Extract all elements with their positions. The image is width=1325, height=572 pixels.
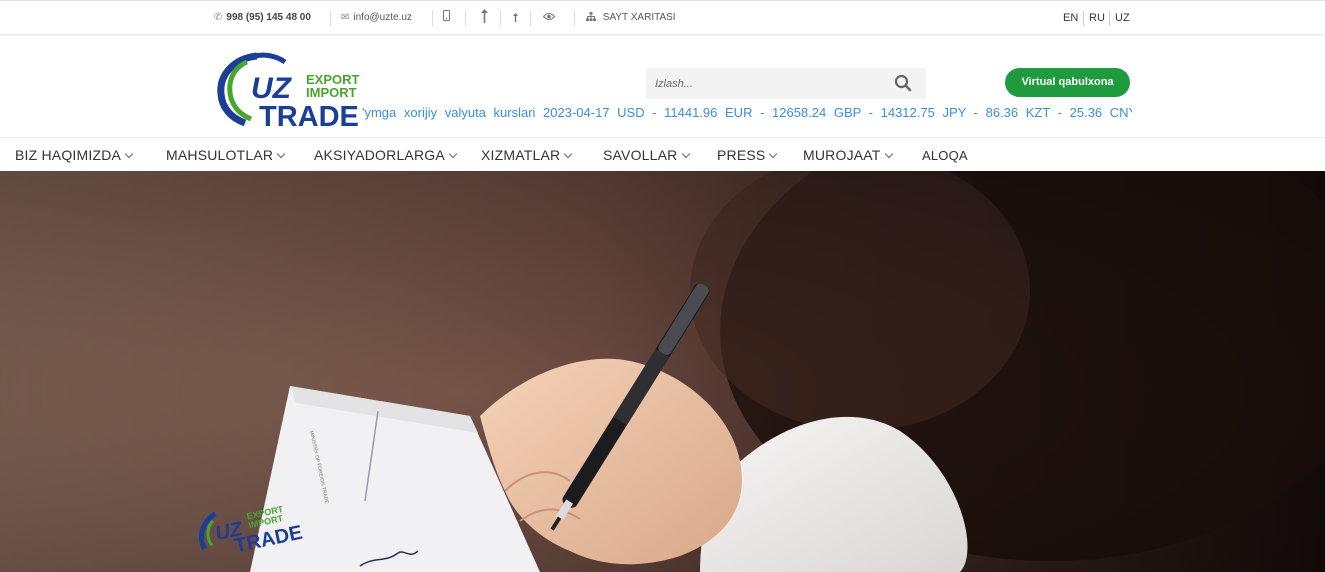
search-box bbox=[646, 68, 926, 99]
logo-import: IMPORT bbox=[306, 85, 357, 100]
divider bbox=[530, 10, 531, 26]
divider bbox=[500, 10, 501, 26]
chevron-down-icon bbox=[276, 149, 286, 159]
lang-en[interactable]: EN bbox=[1063, 12, 1078, 24]
chevron-down-icon bbox=[884, 149, 893, 159]
nav-item-murojaat[interactable]: MUROJAAT bbox=[803, 147, 893, 163]
phone-icon: ✆ bbox=[214, 12, 223, 23]
phone-link[interactable]: ✆ 998 (95) 145 48 00 bbox=[214, 12, 311, 23]
site-logo[interactable]: UZ EXPORT IMPORT TRADE bbox=[217, 52, 362, 133]
search-button[interactable] bbox=[894, 74, 914, 94]
lang-uz[interactable]: UZ bbox=[1115, 12, 1130, 24]
nav-item-aloqa[interactable]: ALOQA bbox=[922, 148, 968, 163]
nav-item-label: PRESS bbox=[717, 147, 766, 163]
eye-icon[interactable] bbox=[542, 12, 556, 24]
nav-item-label: AKSIYADORLARGA bbox=[314, 147, 445, 163]
nav-item-label: ALOQA bbox=[922, 148, 968, 163]
lang-ru[interactable]: RU bbox=[1089, 12, 1105, 24]
nav-item-mahsulotlar[interactable]: MAHSULOTLAR bbox=[166, 147, 286, 163]
hero-image: MINISTRY OF FOREIGN TRADE UZ EXPORT IMPO… bbox=[0, 171, 1325, 572]
nav-item-aksiyadorlarga[interactable]: AKSIYADORLARGA bbox=[314, 147, 458, 163]
nav-item-label: SAVOLLAR bbox=[603, 147, 678, 163]
nav-item-label: XIZMATLAR bbox=[481, 147, 561, 163]
email-link[interactable]: ✉ info@uzte.uz bbox=[341, 12, 412, 23]
hero-banner: MINISTRY OF FOREIGN TRADE UZ EXPORT IMPO… bbox=[0, 171, 1325, 572]
divider bbox=[574, 10, 575, 26]
font-decrease-icon[interactable] bbox=[512, 12, 519, 26]
font-increase-icon[interactable] bbox=[480, 8, 489, 27]
email-address: info@uzte.uz bbox=[353, 12, 412, 23]
nav-item-label: BIZ HAQIMIZDA bbox=[15, 147, 122, 163]
top-bar: ✆ 998 (95) 145 48 00 ✉ info@uzte.uz SAYT X… bbox=[0, 0, 1325, 35]
sitemap-icon bbox=[586, 12, 599, 23]
divider bbox=[432, 10, 433, 26]
chevron-down-icon bbox=[448, 149, 458, 159]
nav-item-xizmatlar[interactable]: XIZMATLAR bbox=[481, 147, 573, 163]
main-navigation: BIZ HAQIMIZDA MAHSULOTLAR AKSIYADORLARGA… bbox=[0, 137, 1325, 171]
logo-trade: TRADE bbox=[259, 101, 359, 130]
currency-ticker: 'ymga xorijiy valyuta kurslari 2023-04-1… bbox=[362, 105, 1132, 120]
divider bbox=[1083, 11, 1084, 26]
sitemap-link[interactable]: SAYT XARITASI bbox=[586, 12, 676, 23]
nav-item-savollar[interactable]: SAVOLLAR bbox=[603, 147, 690, 163]
nav-item-label: MUROJAAT bbox=[803, 147, 881, 163]
divider bbox=[465, 10, 466, 26]
chevron-down-icon bbox=[681, 149, 690, 159]
nav-item-biz-haqimizda[interactable]: BIZ HAQIMIZDA bbox=[15, 147, 134, 163]
mobile-icon[interactable] bbox=[443, 10, 450, 24]
mail-icon: ✉ bbox=[341, 12, 350, 23]
divider bbox=[330, 10, 331, 26]
nav-item-press[interactable]: PRESS bbox=[717, 147, 778, 163]
search-icon bbox=[894, 74, 912, 92]
divider bbox=[1109, 11, 1110, 26]
search-input[interactable] bbox=[646, 68, 886, 99]
nav-item-label: MAHSULOTLAR bbox=[166, 147, 274, 163]
site-header: UZ EXPORT IMPORT TRADE Virtual qabulxona… bbox=[0, 36, 1325, 137]
chevron-down-icon bbox=[124, 149, 134, 159]
phone-number: 998 (95) 145 48 00 bbox=[226, 12, 311, 23]
chevron-down-icon bbox=[769, 149, 778, 159]
sitemap-label: SAYT XARITASI bbox=[602, 12, 676, 23]
virtual-reception-button[interactable]: Virtual qabulxona bbox=[1005, 68, 1130, 97]
chevron-down-icon bbox=[564, 149, 573, 159]
